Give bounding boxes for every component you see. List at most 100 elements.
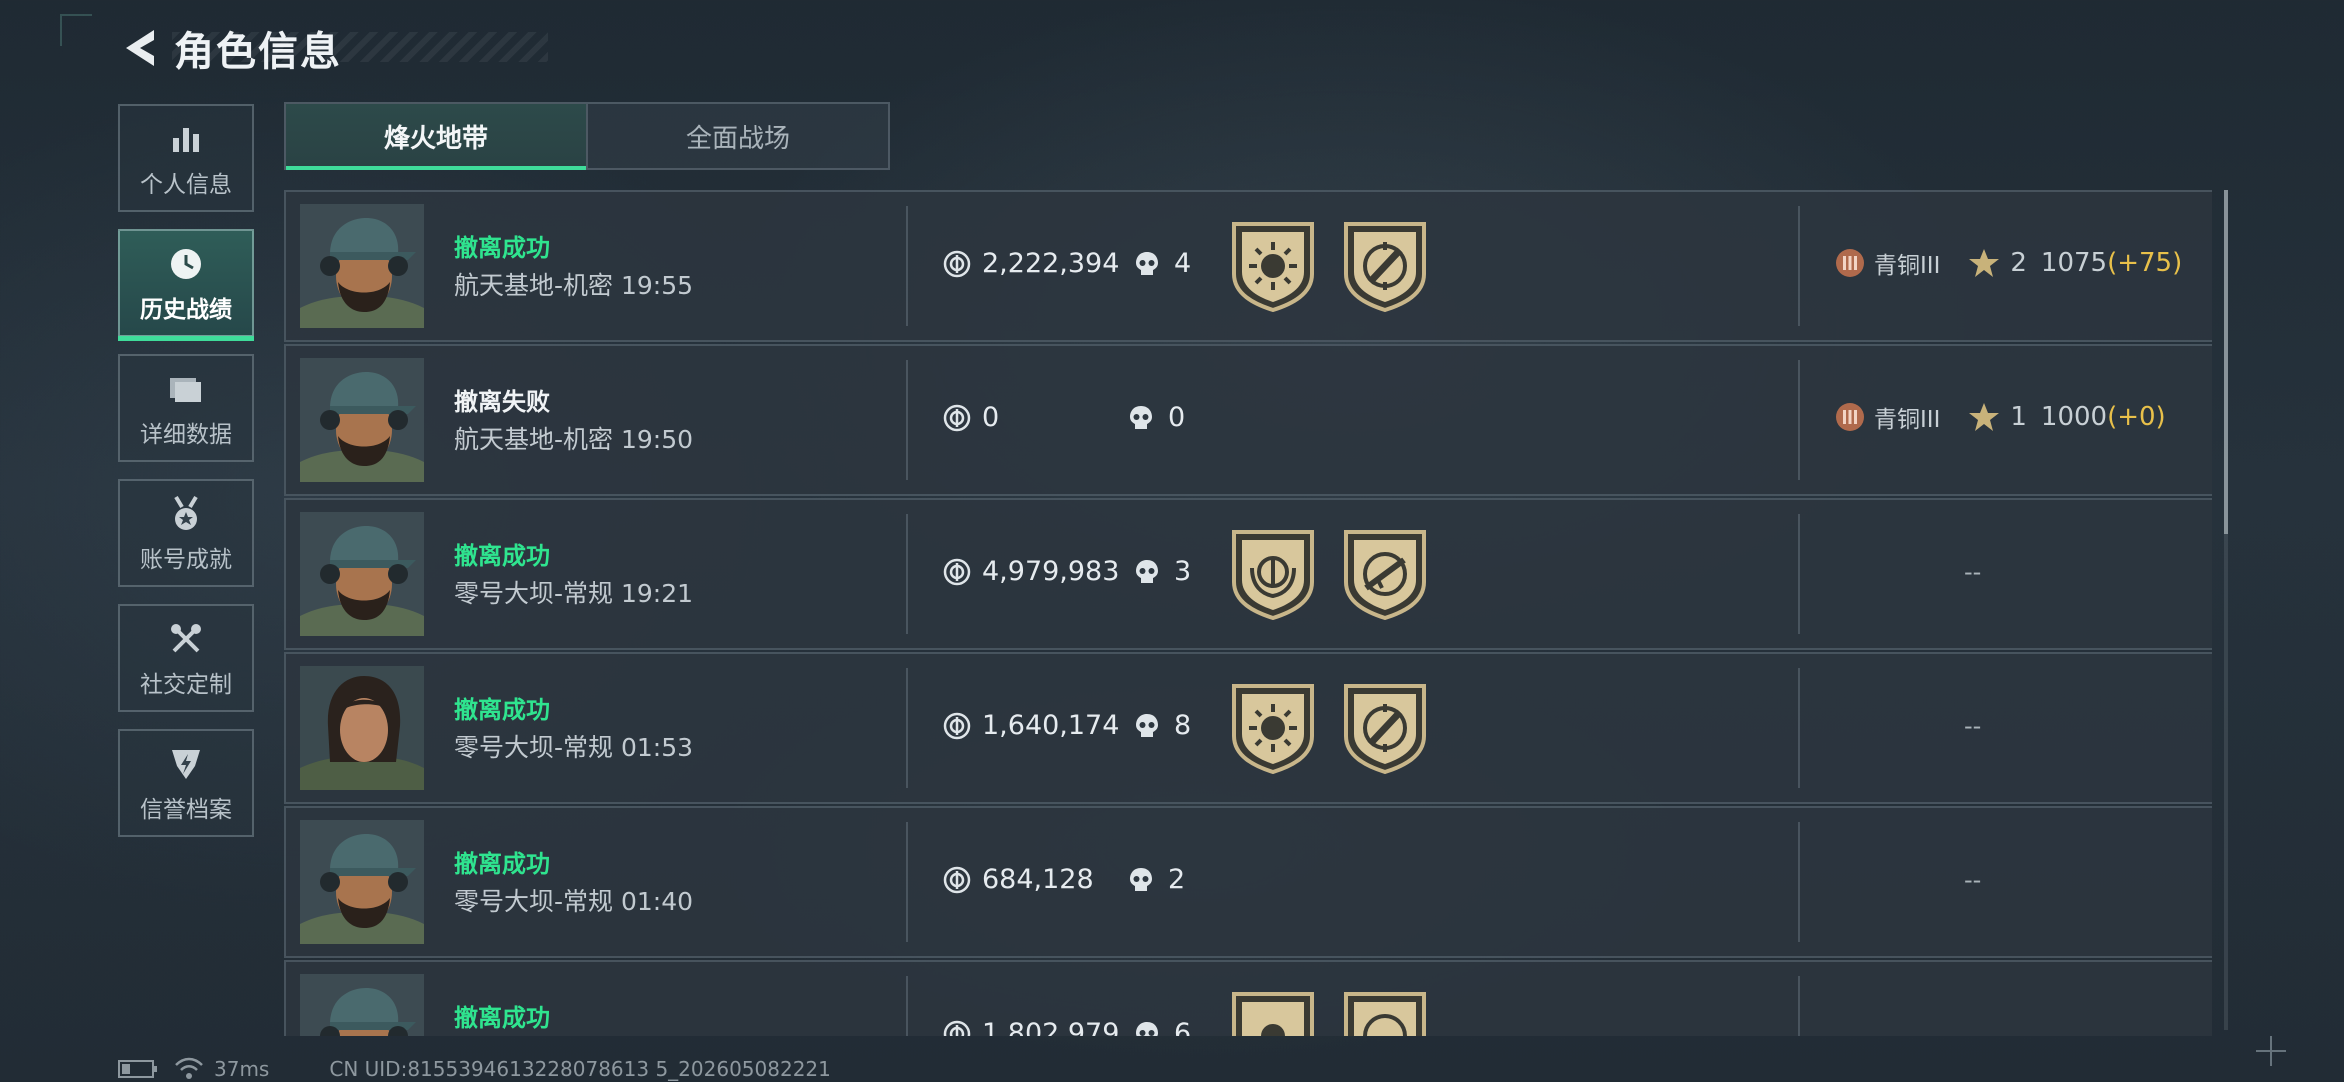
page-title: 角色信息	[174, 29, 342, 75]
coin-icon	[942, 865, 972, 895]
folder-icon	[168, 367, 204, 411]
rank-placeholder: --	[1964, 558, 1982, 586]
match-map-time: 航天基地-机密 19:55	[454, 271, 694, 300]
tools-icon	[168, 617, 204, 661]
kill-count-text: 8	[1174, 710, 1192, 741]
divider	[1798, 976, 1800, 1036]
sidebar-item-match-history[interactable]: 历史战绩	[118, 229, 254, 341]
scrollbar-thumb[interactable]	[2224, 190, 2228, 534]
sidebar-item-label: 账号成就	[140, 547, 232, 573]
loot-value: 0	[942, 402, 999, 433]
match-result: 撤离成功	[454, 234, 550, 262]
wifi-icon	[175, 1057, 203, 1079]
kill-count: 0	[1126, 402, 1185, 433]
rocket-badge-icon[interactable]	[1342, 220, 1428, 312]
divider	[1798, 206, 1800, 326]
sun-badge-icon[interactable]	[1230, 220, 1316, 312]
rocket-badge-icon[interactable]	[1342, 682, 1428, 774]
operator-avatar	[300, 204, 424, 328]
uid-text: CN UID:8155394613228078613 5_20260508222…	[329, 1057, 831, 1081]
battery-icon	[118, 1060, 157, 1078]
match-map-time: 零号大坝-常规 19:21	[454, 579, 694, 608]
match-row[interactable]: 撤离成功 零号大坝-常规 19:21 4,979,983 3 --	[284, 498, 2212, 650]
loot-value-text: 4,979,983	[982, 556, 1120, 587]
tab-warzone[interactable]: 烽火地带	[286, 104, 586, 170]
sun-badge-icon[interactable]	[1230, 682, 1316, 774]
divider	[906, 668, 908, 788]
page-header: 角色信息	[118, 20, 342, 76]
sidebar-item-label: 历史战绩	[140, 297, 232, 323]
loot-value: 684,128	[942, 864, 1094, 895]
rocket-badge-icon[interactable]	[1342, 990, 1428, 1036]
crosshair-icon	[2256, 1036, 2286, 1066]
sidebar-item-personal-info[interactable]: 个人信息	[118, 104, 254, 212]
coin-icon	[942, 1019, 972, 1037]
laurel-badge-icon[interactable]	[1230, 528, 1316, 620]
kill-count-text: 2	[1168, 864, 1186, 895]
match-row[interactable]: 撤离成功 零号大坝-常规 01:53 1,640,174 8 --	[284, 652, 2212, 804]
rank-placeholder: --	[1964, 866, 1982, 894]
rank-stars: 1	[2010, 402, 2027, 432]
sidebar-item-credit-record[interactable]: 信誉档案	[118, 729, 254, 837]
sun-badge-icon[interactable]	[1230, 990, 1316, 1036]
tab-full-battlefield[interactable]: 全面战场	[586, 104, 888, 168]
sidebar: 个人信息 历史战绩 详细数据 账号成就 社交定制 信誉档案	[118, 104, 254, 854]
skull-icon	[1132, 711, 1162, 741]
kill-count: 6	[1132, 1018, 1191, 1036]
match-row[interactable]: 撤离成功 航天基地-机密 19:55 2,222,394 4 青铜III 2 1…	[284, 190, 2212, 342]
operator-avatar	[300, 358, 424, 482]
rank-gain: (+75)	[2107, 248, 2183, 278]
medal-icon	[168, 492, 204, 536]
coin-icon	[942, 557, 972, 587]
match-row[interactable]: 撤离成功 1,802,979 6	[284, 960, 2212, 1036]
bronze-rank-icon	[1836, 249, 1864, 277]
operator-avatar	[300, 820, 424, 944]
rank-placeholder: --	[1964, 712, 1982, 740]
match-map-time: 零号大坝-常规 01:40	[454, 887, 694, 916]
kill-count-text: 4	[1174, 248, 1192, 279]
back-arrow-icon[interactable]	[118, 24, 162, 72]
loot-value: 1,640,174	[942, 710, 1119, 741]
bronze-rank-icon	[1836, 403, 1864, 431]
skull-icon	[1132, 1019, 1162, 1037]
rank-info: 青铜III 2 1075 (+75)	[1834, 246, 2182, 280]
sidebar-item-detailed-data[interactable]: 详细数据	[118, 354, 254, 462]
clock-icon	[168, 242, 204, 286]
rank-score: 1000	[2040, 402, 2108, 432]
divider	[1798, 822, 1800, 942]
loot-value: 1,802,979	[942, 1018, 1119, 1036]
sidebar-item-social-custom[interactable]: 社交定制	[118, 604, 254, 712]
match-row[interactable]: 撤离失败 航天基地-机密 19:50 0 0 青铜III 1 1000 (+0)	[284, 344, 2212, 496]
divider	[906, 976, 908, 1036]
kill-count-text: 6	[1174, 1018, 1192, 1036]
skull-icon	[1132, 557, 1162, 587]
rank-tier: 青铜III	[1874, 407, 1941, 433]
shield-icon	[169, 742, 203, 786]
coin-icon	[942, 403, 972, 433]
match-result: 撤离成功	[454, 1004, 550, 1032]
kill-count: 4	[1132, 248, 1191, 279]
match-result: 撤离成功	[454, 850, 550, 878]
divider	[906, 360, 908, 480]
sidebar-item-label: 详细数据	[140, 422, 232, 448]
star-icon	[1969, 249, 2000, 277]
kill-count: 8	[1132, 710, 1191, 741]
kill-count-text: 3	[1174, 556, 1192, 587]
kill-count: 2	[1126, 864, 1185, 895]
rank-stars: 2	[2010, 248, 2027, 278]
operator-avatar	[300, 974, 424, 1036]
loot-value-text: 0	[982, 402, 1000, 433]
rank-score: 1075	[2040, 248, 2108, 278]
rank-gain: (+0)	[2107, 402, 2166, 432]
divider	[1798, 514, 1800, 634]
sidebar-item-achievements[interactable]: 账号成就	[118, 479, 254, 587]
match-result: 撤离成功	[454, 696, 550, 724]
rifle-badge-icon[interactable]	[1342, 528, 1428, 620]
operator-avatar	[300, 512, 424, 636]
divider	[906, 514, 908, 634]
match-row[interactable]: 撤离成功 零号大坝-常规 01:40 684,128 2 --	[284, 806, 2212, 958]
list-scrollbar[interactable]	[2224, 190, 2228, 1030]
loot-value-text: 1,802,979	[982, 1018, 1120, 1036]
match-result: 撤离失败	[454, 388, 550, 416]
match-map-time: 航天基地-机密 19:50	[454, 425, 694, 454]
